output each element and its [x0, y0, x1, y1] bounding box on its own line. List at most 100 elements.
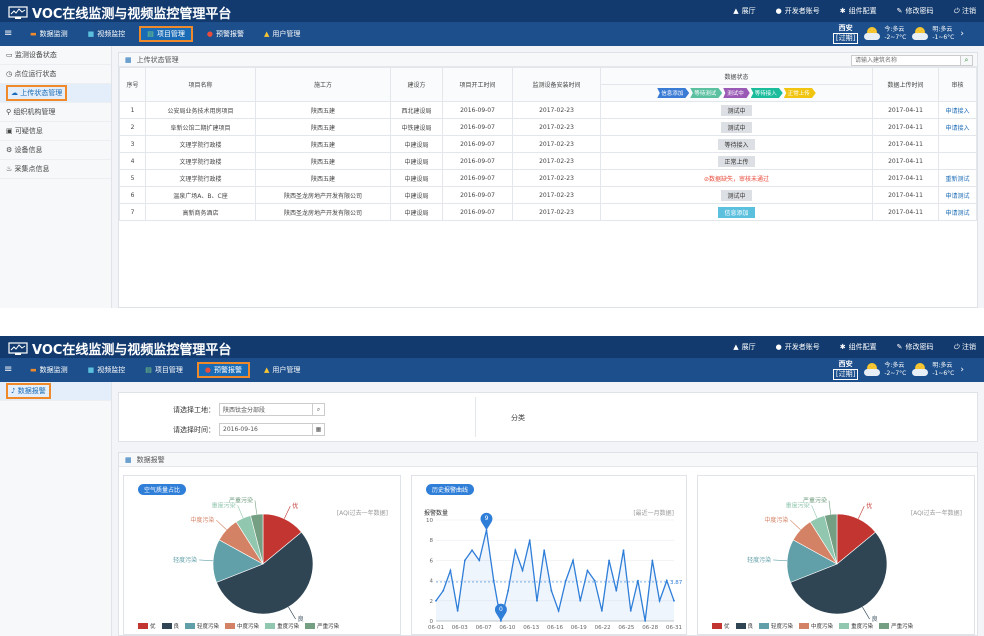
hamburger-icon[interactable]: ≡ [4, 28, 12, 39]
data-point[interactable] [644, 620, 647, 622]
chevron-right-icon[interactable]: › [960, 29, 964, 39]
sidebar-item[interactable]: ◷ 点位运行状态 [0, 65, 111, 84]
legend-item[interactable]: 轻度污染 [759, 622, 793, 630]
menu-alarm[interactable]: ● 预警报警 [196, 362, 250, 378]
data-point[interactable] [543, 549, 546, 552]
data-point[interactable] [637, 579, 639, 582]
data-point[interactable] [478, 559, 481, 562]
menu-users[interactable]: ▲ 用户管理 [258, 362, 306, 378]
search-icon[interactable]: ⌕ [961, 55, 973, 66]
data-point[interactable] [673, 599, 675, 602]
audit-link[interactable]: 申请接入 [945, 125, 969, 132]
menu-users[interactable]: ▲ 用户管理 [258, 26, 306, 42]
data-point[interactable] [435, 599, 437, 602]
audit-link[interactable]: 申请测试 [945, 210, 969, 217]
sidebar-item[interactable]: ▭ 监测设备状态 [0, 46, 111, 65]
audit-link[interactable]: 申请接入 [945, 108, 969, 115]
data-point[interactable] [629, 610, 632, 612]
legend-swatch [265, 623, 276, 629]
status-badge[interactable]: 正常上传 [718, 155, 755, 167]
top-link-hall[interactable]: ▲ 展厅 [733, 6, 755, 16]
status-badge[interactable]: 信息添加 [718, 206, 755, 218]
top-link-logout[interactable]: ⏻ 注销 [953, 6, 976, 16]
data-point[interactable] [463, 559, 466, 562]
data-point[interactable] [651, 559, 654, 562]
data-point[interactable] [449, 569, 452, 572]
menu-project[interactable]: ▤ 项目管理 [139, 26, 193, 42]
data-point[interactable] [514, 549, 517, 552]
data-point[interactable] [471, 549, 473, 552]
pie-slice-label: 优 [866, 502, 872, 510]
cell-audit: 申请接入 [938, 118, 977, 136]
data-point[interactable] [536, 599, 538, 602]
data-point[interactable] [550, 589, 553, 592]
data-point[interactable] [528, 539, 531, 542]
site-select[interactable]: 陕西钛金分部段 ⌕ [219, 403, 325, 416]
data-point[interactable] [615, 589, 618, 592]
legend-item[interactable]: 良 [735, 622, 753, 630]
top-link-logout[interactable]: ⏻ 注销 [953, 342, 976, 352]
data-point[interactable] [586, 569, 589, 572]
menu-data-monitor[interactable]: ▬ 数据监测 [24, 362, 74, 378]
data-point[interactable] [579, 599, 582, 602]
data-point[interactable] [492, 579, 495, 582]
menu-video[interactable]: ■ 视频监控 [82, 26, 132, 42]
hamburger-icon[interactable]: ≡ [4, 364, 12, 375]
menu-alarm[interactable]: ● 预警报警 [201, 26, 250, 42]
data-point[interactable] [665, 579, 668, 582]
col-header: 数据上传时间 [872, 67, 939, 102]
data-point[interactable] [658, 599, 661, 602]
status-badge[interactable]: 测试中 [721, 189, 752, 201]
data-point[interactable] [572, 559, 574, 562]
status-badge[interactable]: 测试中 [721, 104, 752, 116]
search-icon[interactable]: ⌕ [312, 404, 324, 415]
legend-item[interactable]: 良 [161, 622, 179, 630]
legend-item[interactable]: 重度污染 [839, 622, 873, 630]
audit-link[interactable]: 申请测试 [945, 193, 969, 200]
sidebar-item[interactable]: ⚙ 设备信息 [0, 141, 111, 160]
menu-data-monitor[interactable]: ▬ 数据监测 [24, 26, 74, 42]
date-input[interactable]: 2016-09-16 ▦ [219, 423, 325, 436]
status-badge[interactable]: 等待接入 [718, 138, 755, 150]
top-link-password[interactable]: ✎ 修改密码 [897, 6, 934, 16]
data-point[interactable] [521, 569, 524, 572]
data-point[interactable] [507, 589, 510, 592]
top-link-hall[interactable]: ▲ 展厅 [733, 342, 755, 352]
chart-title-pill: 空气质量占比 [138, 484, 187, 495]
legend-item[interactable]: 优 [712, 622, 730, 630]
menu-video[interactable]: ■ 视频监控 [82, 362, 132, 378]
sidebar-item[interactable]: ♨ 采集点信息 [0, 160, 111, 179]
legend-item[interactable]: 轻度污染 [185, 622, 219, 630]
sidebar-item[interactable]: ⚲ 组织机构管理 [0, 103, 111, 122]
weather-today: 今:多云 -2~7°C [864, 362, 906, 378]
sidebar-item[interactable]: ☁ 上传状态管理 [0, 84, 111, 103]
data-point[interactable] [593, 579, 596, 582]
legend-item[interactable]: 中度污染 [799, 622, 833, 630]
top-link-dev[interactable]: ● 开发者账号 [776, 342, 820, 352]
menu-icon: ⚙ [6, 146, 13, 154]
menu-project[interactable]: ▤ 项目管理 [139, 362, 189, 378]
top-link-config[interactable]: ✱ 组件配置 [840, 342, 877, 352]
legend-item[interactable]: 严重污染 [879, 622, 913, 630]
calendar-icon[interactable]: ▦ [312, 424, 324, 435]
data-point[interactable] [442, 589, 445, 592]
sidebar-item[interactable]: ▣ 可疑信息 [0, 122, 111, 141]
status-badge[interactable]: 测试中 [721, 121, 752, 133]
data-point[interactable] [622, 549, 625, 552]
chevron-right-icon[interactable]: › [960, 365, 964, 375]
data-point[interactable] [557, 610, 560, 612]
legend-item[interactable]: 重度污染 [265, 622, 299, 630]
data-point[interactable] [456, 610, 459, 612]
audit-link[interactable]: 重新测试 [945, 176, 969, 183]
sidebar-item-data-alarm[interactable]: ♪ 数据报警 [0, 382, 111, 401]
top-link-config[interactable]: ✱ 组件配置 [840, 6, 877, 16]
search-input[interactable] [851, 55, 961, 66]
data-point[interactable] [564, 579, 567, 582]
legend-item[interactable]: 严重污染 [305, 622, 339, 630]
top-link-password[interactable]: ✎ 修改密码 [897, 342, 934, 352]
top-link-dev[interactable]: ● 开发者账号 [776, 6, 820, 16]
data-point[interactable] [600, 610, 603, 612]
data-point[interactable] [608, 559, 610, 562]
legend-item[interactable]: 优 [138, 622, 156, 630]
legend-item[interactable]: 中度污染 [225, 622, 259, 630]
